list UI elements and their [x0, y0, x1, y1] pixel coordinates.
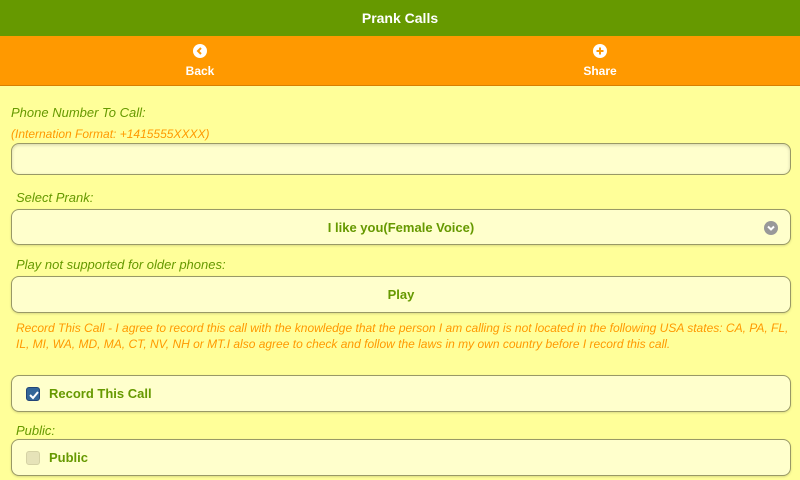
plus-circle-icon: [593, 43, 607, 58]
chevron-down-circle-icon: [764, 221, 778, 235]
share-label: Share: [583, 63, 617, 78]
record-call-checkbox[interactable]: Record This Call: [11, 375, 791, 412]
page-title: Prank Calls: [361, 10, 439, 26]
checkbox-unchecked[interactable]: [26, 451, 40, 465]
app-header: Prank Calls: [0, 0, 800, 36]
public-checkbox-label: Public: [49, 450, 89, 465]
back-label: Back: [185, 63, 215, 78]
public-checkbox[interactable]: Public: [11, 439, 791, 476]
play-note: Play not supported for older phones:: [16, 257, 226, 272]
record-call-label: Record This Call: [49, 386, 152, 401]
prank-label: Select Prank:: [16, 190, 94, 205]
checkbox-checked[interactable]: [26, 387, 40, 401]
prank-select[interactable]: I like you(Female Voice): [11, 209, 791, 245]
share-button[interactable]: Share: [400, 36, 800, 85]
prank-selected-value: I like you(Female Voice): [327, 219, 475, 235]
phone-format-hint: (Internation Format: +1415555XXXX): [11, 127, 210, 141]
back-button[interactable]: Back: [0, 36, 400, 85]
play-button[interactable]: Play: [11, 276, 791, 313]
form-content: Phone Number To Call: (Internation Forma…: [0, 87, 800, 480]
record-disclaimer: Record This Call - I agree to record thi…: [16, 321, 789, 351]
play-button-label: Play: [387, 287, 415, 302]
phone-number-input[interactable]: [11, 143, 791, 175]
check-icon: [29, 391, 39, 400]
chevron-left-circle-icon: [193, 43, 207, 58]
navbar: Back Share: [0, 36, 800, 86]
phone-label: Phone Number To Call:: [11, 105, 146, 120]
public-label: Public:: [16, 423, 56, 438]
